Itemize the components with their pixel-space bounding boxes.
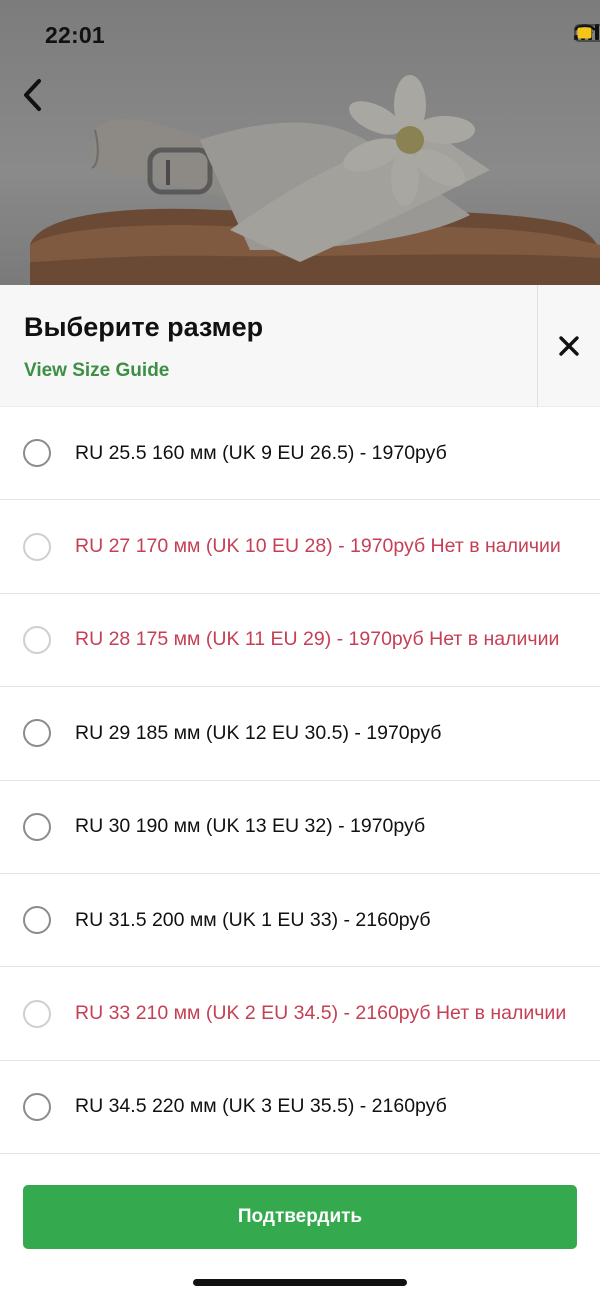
radio-button[interactable]	[23, 625, 51, 654]
size-option[interactable]: RU 29 185 мм (UK 12 EU 30.5) - 1970руб	[0, 687, 600, 781]
size-option-label: RU 30 190 мм (UK 13 EU 32) - 1970руб	[75, 815, 426, 838]
size-option-label: RU 28 175 мм (UK 11 EU 29) - 1970руб Нет…	[75, 628, 560, 651]
status-bar: 22:01	[0, 0, 600, 70]
radio-button[interactable]	[23, 719, 51, 748]
radio-button[interactable]	[23, 1092, 51, 1121]
radio-button[interactable]	[23, 999, 51, 1028]
confirm-button[interactable]: Подтвердить	[23, 1185, 577, 1249]
size-option-label: RU 29 185 мм (UK 12 EU 30.5) - 1970руб	[75, 721, 442, 744]
size-option-label: RU 34.5 220 мм (UK 3 EU 35.5) - 2160руб	[75, 1095, 447, 1118]
product-image-backdrop: 22:01	[0, 0, 600, 285]
radio-button[interactable]	[23, 439, 51, 468]
size-list: RU 25.5 160 мм (UK 9 EU 26.5) - 1970руб …	[0, 407, 600, 1155]
size-option[interactable]: RU 33 210 мм (UK 2 EU 34.5) - 2160руб Не…	[0, 967, 600, 1061]
size-option-label: RU 31.5 200 мм (UK 1 EU 33) - 2160руб	[75, 908, 431, 931]
size-option[interactable]: RU 28 175 мм (UK 11 EU 29) - 1970руб Нет…	[0, 594, 600, 688]
close-icon	[559, 336, 579, 356]
radio-button[interactable]	[23, 532, 51, 561]
size-guide-link[interactable]: View Size Guide	[24, 360, 169, 382]
radio-button[interactable]	[23, 812, 51, 841]
size-option-label: RU 33 210 мм (UK 2 EU 34.5) - 2160руб Не…	[75, 1002, 567, 1025]
status-time: 22:01	[45, 22, 105, 48]
chevron-left-icon	[24, 79, 41, 111]
size-option[interactable]: RU 27 170 мм (UK 10 EU 28) - 1970руб Нет…	[0, 500, 600, 594]
close-button[interactable]	[537, 285, 600, 407]
sheet-footer: Подтвердить	[0, 1154, 600, 1297]
size-option[interactable]: RU 25.5 160 мм (UK 9 EU 26.5) - 1970руб	[0, 407, 600, 501]
radio-button[interactable]	[23, 906, 51, 935]
back-button[interactable]	[22, 78, 62, 124]
size-option[interactable]: RU 34.5 220 мм (UK 3 EU 35.5) - 2160руб	[0, 1061, 600, 1155]
sheet-header: Выберите размер View Size Guide	[0, 285, 600, 407]
size-option-label: RU 27 170 мм (UK 10 EU 28) - 1970руб Нет…	[75, 535, 561, 558]
size-option[interactable]: RU 30 190 мм (UK 13 EU 32) - 1970руб	[0, 781, 600, 874]
sheet-title: Выберите размер	[24, 312, 264, 342]
size-option[interactable]: RU 31.5 200 мм (UK 1 EU 33) - 2160руб	[0, 874, 600, 968]
home-indicator	[193, 1279, 407, 1286]
battery-icon	[574, 24, 600, 42]
size-option-label: RU 25.5 160 мм (UK 9 EU 26.5) - 1970руб	[75, 441, 447, 464]
size-picker-sheet: Выберите размер View Size Guide RU 25.5 …	[0, 285, 600, 1297]
